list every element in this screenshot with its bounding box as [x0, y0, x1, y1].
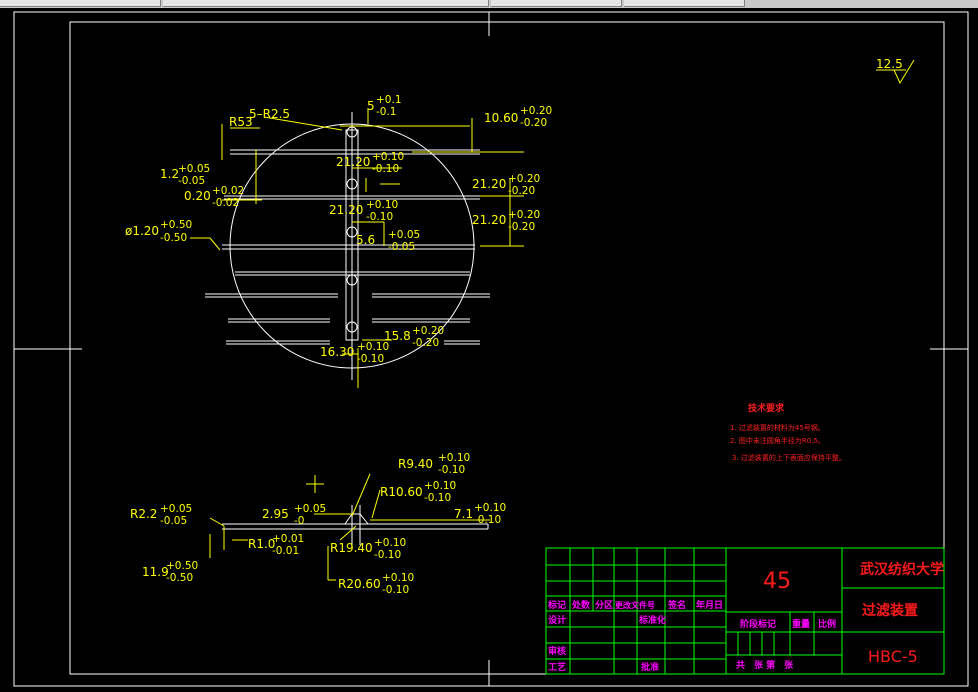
r9-40-lower: -0.10: [438, 464, 465, 476]
tech-item-3: 3. 过滤装置的上下表面应保持平整。: [732, 453, 846, 462]
dim-11-9: 11.9: [142, 565, 169, 579]
tb-label-sign: 签名: [667, 599, 686, 611]
tb-label-design: 设计: [548, 614, 566, 626]
tb-label-standard: 标准化: [638, 614, 666, 626]
title-block-text: 45 武汉纺织大学 过滤装置 HBC-5 标记 处数 分区 更改文件号 签名 年…: [547, 561, 944, 673]
tb-label-count: 处数: [571, 599, 591, 611]
dim-21-20-b-lower: -0.10: [366, 211, 393, 223]
dim-7-1-upper: +0.10: [474, 502, 506, 514]
dim-5-6-upper: +0.05: [388, 229, 420, 241]
center-cross-mark: [306, 475, 324, 493]
r10-60-upper: +0.10: [424, 480, 456, 492]
r20-60-upper: +0.10: [382, 572, 414, 584]
tb-label-process: 工艺: [548, 661, 566, 673]
dim-0-20: 0.20: [184, 189, 211, 203]
dim-dia-1-20-upper: +0.50: [160, 219, 192, 231]
dim-16-30-upper: +0.10: [357, 341, 389, 353]
r10-60-label: R10.60: [380, 485, 423, 499]
tb-label-scale: 比例: [818, 618, 836, 630]
part-name: 过滤装置: [862, 602, 918, 619]
dim-0-20-lower: -0.02: [212, 197, 239, 209]
dim-10-60-lower: -0.20: [520, 117, 547, 129]
dim-2-95-upper: +0.05: [294, 503, 326, 515]
r2-2-upper: +0.05: [160, 503, 192, 515]
roughness-symbol: 12.5: [876, 57, 915, 85]
dim-1-2-lower: -0.05: [178, 175, 205, 187]
dim-5-upper: +0.1: [376, 94, 402, 106]
school-name: 武汉纺织大学: [860, 561, 944, 578]
tb-label-zone: 分区: [595, 599, 613, 611]
dim-5: 5: [367, 99, 375, 113]
tb-label-stage: 阶段标记: [740, 618, 776, 630]
dim-21-20-c-upper: +0.20: [508, 173, 540, 185]
dim-21-20-d-upper: +0.20: [508, 209, 540, 221]
tb-label-approve: 批准: [641, 661, 659, 673]
dim-0-20-upper: +0.02: [212, 185, 244, 197]
drawing-number: HBC-5: [868, 647, 918, 666]
r20-60-label: R20.60: [338, 577, 381, 591]
dim-dia-1-20-lower: -0.50: [160, 232, 187, 244]
dim-7-1-lower: -0.10: [474, 514, 501, 526]
dim-21-20-d-lower: -0.20: [508, 221, 535, 233]
dim-5-6: 5.6: [356, 233, 375, 247]
dim-11-9-lower: -0.50: [166, 572, 193, 584]
r2-2-lower: -0.05: [160, 515, 187, 527]
dim-5-6-lower: -0.05: [388, 241, 415, 253]
top-dimension-text: R53 5–R2.5 5 +0.1 -0.1 10.60 +0.20 -0.20…: [125, 94, 552, 365]
tb-label-weight: 重量: [792, 618, 810, 630]
tb-label-check: 审核: [548, 645, 566, 657]
r19-40-lower: -0.10: [374, 549, 401, 561]
dim-1-2-upper: +0.05: [178, 163, 210, 175]
dim-7-1: 7.1: [454, 507, 473, 521]
tb-label-sheets: 共 张 第 张: [736, 659, 794, 671]
dim-21-20-d: 21.20: [472, 213, 506, 227]
dim-21-20-b-upper: +0.10: [366, 199, 398, 211]
dim-21-20-a: 21.20: [336, 155, 370, 169]
dim-21-20-c: 21.20: [472, 177, 506, 191]
r25-label: 5–R2.5: [249, 107, 290, 121]
r19-40-upper: +0.10: [374, 537, 406, 549]
material-label: 45: [763, 569, 791, 594]
tech-item-1: 1. 过滤装置的材料为45号钢。: [730, 423, 825, 432]
tech-item-2: 2. 图中未注圆角半径为R0.5。: [730, 436, 825, 445]
r10-60-lower: -0.10: [424, 492, 451, 504]
r9-40-upper: +0.10: [438, 452, 470, 464]
cad-drawing-canvas[interactable]: 12.5 R53 5–R2.5 5 +0.1 -0.1 10.60 +0.20 …: [0, 0, 978, 692]
dim-16-30: 16.30: [320, 345, 354, 359]
r2-2-label: R2.2: [130, 507, 157, 521]
tb-label-date: 年月日: [696, 599, 723, 611]
r1-0-lower: -0.01: [272, 545, 299, 557]
r20-60-lower: -0.10: [382, 584, 409, 596]
dim-15-8-upper: +0.20: [412, 325, 444, 337]
dim-11-9-upper: +0.50: [166, 560, 198, 572]
dim-15-8-lower: -0.20: [412, 337, 439, 349]
technical-requirements: 技术要求 1. 过滤装置的材料为45号钢。 2. 图中未注圆角半径为R0.5。 …: [730, 402, 846, 462]
dim-21-20-a-upper: +0.10: [372, 151, 404, 163]
tb-label-mark: 标记: [547, 599, 566, 611]
tech-title: 技术要求: [748, 402, 785, 414]
dim-2-95-lower: -0: [294, 515, 304, 527]
dim-10-60-upper: +0.20: [520, 105, 552, 117]
r1-0-upper: +0.01: [272, 533, 304, 545]
dim-21-20-a-lower: -0.10: [372, 163, 399, 175]
dim-2-95: 2.95: [262, 507, 289, 521]
roughness-value: 12.5: [876, 57, 903, 71]
tb-label-change-doc: 更改文件号: [615, 600, 655, 610]
dim-10-60: 10.60: [484, 111, 518, 125]
dim-dia-1-20: ø1.20: [125, 224, 159, 238]
r9-40-label: R9.40: [398, 457, 433, 471]
dim-5-lower: -0.1: [376, 106, 397, 118]
dim-1-2: 1.2: [160, 167, 179, 181]
dim-21-20-c-lower: -0.20: [508, 185, 535, 197]
dim-21-20-b: 21.20: [329, 203, 363, 217]
dim-16-30-lower: -0.10: [357, 353, 384, 365]
r19-40-label: R19.40: [330, 541, 373, 555]
